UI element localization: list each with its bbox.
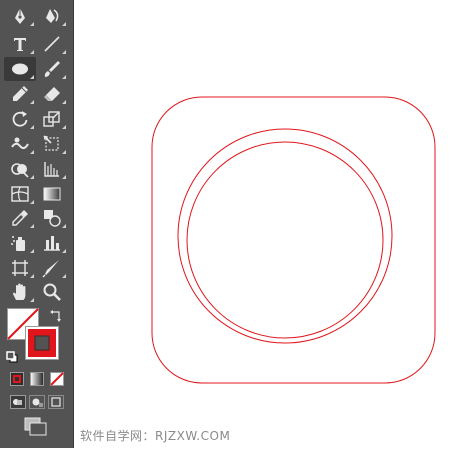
tools-panel [0,0,74,448]
perspective-grid-tool-icon[interactable] [36,157,68,181]
warp-tool-icon[interactable] [4,132,36,156]
pencil-tool-icon[interactable] [4,82,36,106]
type-tool-icon[interactable] [4,32,36,56]
watermark-text: 软件自学网：RJZXW.COM [80,429,231,443]
line-segment-tool-icon[interactable] [36,32,68,56]
hand-tool-icon[interactable] [4,280,36,304]
none-mode-icon[interactable] [50,371,64,386]
eyedropper-tool-icon[interactable] [4,206,36,230]
rounded-square-shape[interactable] [151,96,436,384]
draw-behind-icon[interactable] [29,394,45,409]
ellipse-tool-icon[interactable] [4,57,36,81]
symbol-sprayer-tool-icon[interactable] [4,231,36,255]
inner-circle-shape[interactable] [186,141,384,339]
draw-inside-icon[interactable] [48,394,64,409]
rotate-tool-icon[interactable] [4,107,36,131]
blend-tool-icon[interactable] [36,206,68,230]
screen-mode-icon[interactable] [24,417,48,437]
draw-normal-icon[interactable] [10,394,26,409]
gradient-tool-icon[interactable] [36,182,68,206]
scale-tool-icon[interactable] [36,107,68,131]
stroke-swatch[interactable] [25,326,59,360]
column-graph-tool-icon[interactable] [36,231,68,255]
artboard-canvas[interactable] [75,0,470,448]
color-mode-icon[interactable] [10,371,24,386]
eraser-tool-icon[interactable] [36,82,68,106]
gradient-mode-icon[interactable] [30,371,44,386]
mesh-tool-icon[interactable] [4,182,36,206]
zoom-tool-icon[interactable] [36,280,68,304]
outer-circle-shape[interactable] [177,128,393,344]
default-fill-stroke-icon[interactable] [6,348,18,363]
paintbrush-tool-icon[interactable] [36,57,68,81]
pen-tool-icon[interactable] [4,4,36,28]
slice-tool-icon[interactable] [36,256,68,280]
shape-builder-tool-icon[interactable] [4,157,36,181]
swap-fill-stroke-icon[interactable] [49,308,63,322]
free-transform-tool-icon[interactable] [36,132,68,156]
artboard-tool-icon[interactable] [4,256,36,280]
curvature-tool-icon[interactable] [36,4,68,28]
